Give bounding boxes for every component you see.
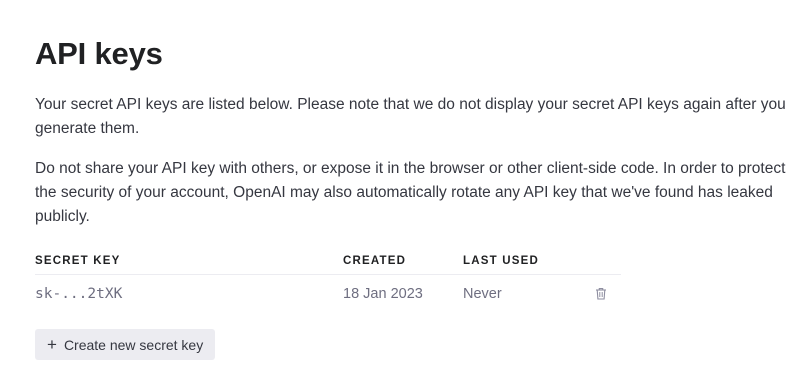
plus-icon: + <box>47 335 57 354</box>
column-header-created: CREATED <box>343 248 463 275</box>
description-security-note: Do not share your API key with others, o… <box>35 160 786 225</box>
api-keys-table: SECRET KEY CREATED LAST USED sk-...2tXK … <box>35 248 621 313</box>
create-new-secret-key-button[interactable]: + Create new secret key <box>35 329 216 360</box>
created-date: 18 Jan 2023 <box>343 286 423 302</box>
description-generate-note: Your secret API keys are listed below. P… <box>35 96 786 137</box>
table-header-row: SECRET KEY CREATED LAST USED <box>35 248 621 275</box>
trash-icon[interactable] <box>595 287 607 300</box>
table-row: sk-...2tXK 18 Jan 2023 Never <box>35 275 621 314</box>
page-title: API keys <box>35 36 163 71</box>
create-button-label: Create new secret key <box>63 336 204 353</box>
column-header-actions <box>593 248 621 275</box>
last-used-value: Never <box>463 286 502 302</box>
secret-key-value: sk-...2tXK <box>35 286 123 302</box>
column-header-last-used: LAST USED <box>463 248 593 275</box>
row-actions <box>593 275 621 314</box>
column-header-secret-key: SECRET KEY <box>35 248 343 275</box>
